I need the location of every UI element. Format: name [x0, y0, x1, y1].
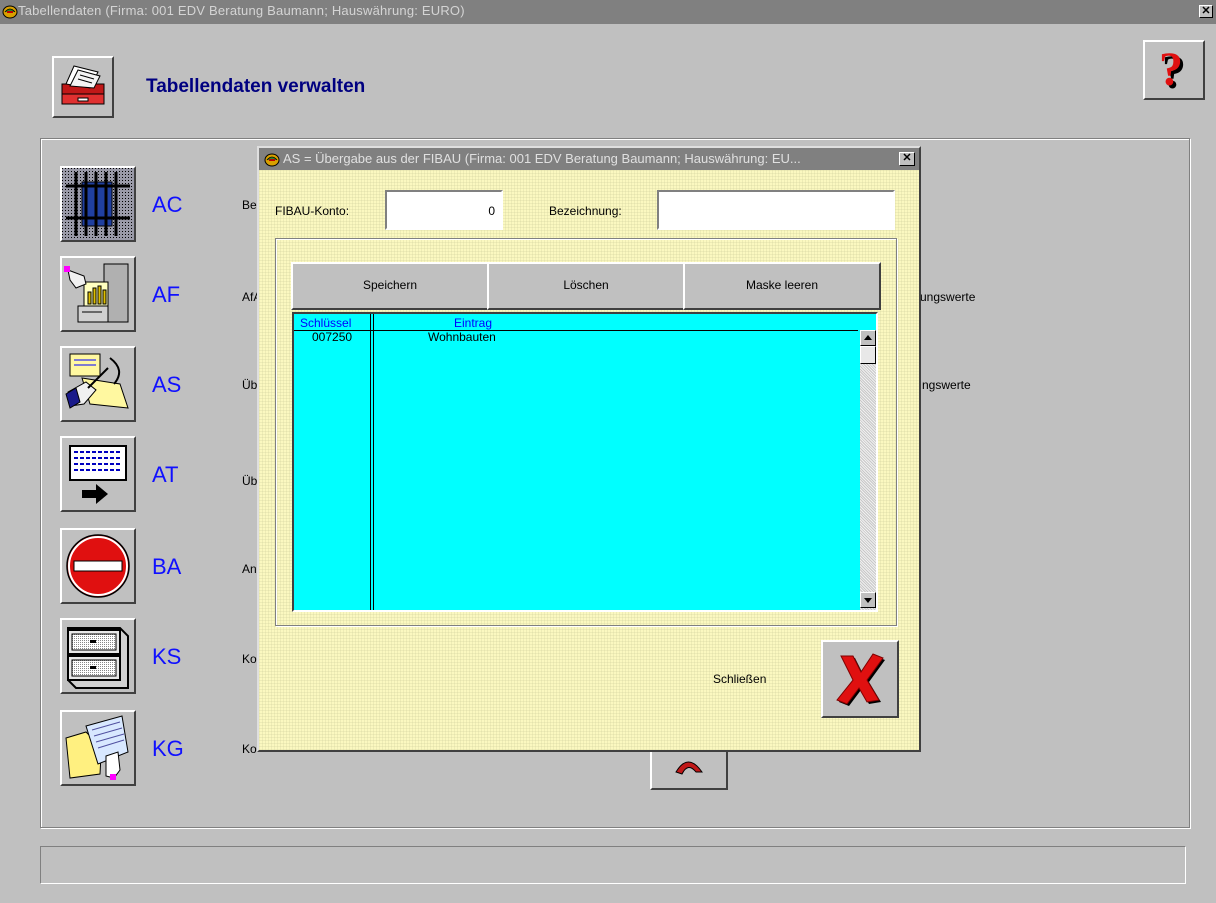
table-desc-af-tail: ungswerte [920, 290, 976, 304]
column-header-entry[interactable]: Eintrag [454, 316, 492, 330]
table-button-af[interactable] [60, 256, 136, 332]
window-title-bar: Tabellendaten (Firma: 001 EDV Beratung B… [0, 0, 1216, 24]
text-arrow-icon [69, 445, 127, 504]
fibau-label: FIBAU-Konto: [275, 204, 350, 218]
table-desc-as-tail: ngswerte [922, 378, 971, 392]
app-icon [2, 5, 18, 19]
jail-bars-icon [62, 168, 134, 240]
dialog-title: AS = Übergabe aus der FIBAU (Firma: 001 … [283, 151, 801, 166]
table-code-ba: BA [152, 554, 182, 579]
table-desc-at: Üb [242, 474, 258, 488]
scroll-thumb[interactable] [860, 346, 876, 364]
table-code-kg: KG [152, 736, 184, 761]
table-code-af: AF [152, 282, 181, 307]
close-label: Schließen [713, 672, 767, 686]
table-code-at: AT [152, 462, 179, 487]
table-code-as: AS [152, 372, 182, 397]
grid-header [294, 314, 858, 331]
bezeichnung-label: Bezeichnung: [549, 204, 622, 218]
red-x-icon [836, 653, 885, 706]
table-button-as[interactable] [60, 346, 136, 422]
card-file-icon [61, 65, 105, 105]
row-entry: Wohnbauten [428, 330, 496, 344]
table-button-ba[interactable] [60, 528, 136, 604]
dialog-close-button[interactable]: ✕ [899, 152, 915, 166]
window-title: Tabellendaten (Firma: 001 EDV Beratung B… [18, 3, 465, 18]
table-button-kg[interactable] [60, 710, 136, 786]
window-close-button[interactable]: ✕ [1199, 5, 1213, 18]
table-button-at[interactable] [60, 436, 136, 512]
fibau-dialog: AS = Übergabe aus der FIBAU (Firma: 001 … [257, 146, 921, 752]
table-desc-as: Üb [242, 378, 258, 392]
row-key: 007250 [312, 330, 353, 344]
table-desc-kg: Ko [242, 742, 257, 756]
scroll-up-button[interactable] [860, 330, 876, 346]
svg-text:?: ? [1159, 43, 1183, 96]
status-bar [40, 846, 1186, 884]
clear-form-button[interactable]: Maske leeren [683, 262, 881, 310]
grid-divider [373, 314, 374, 610]
table-button-ac[interactable] [60, 166, 136, 242]
chart-hand-icon [64, 263, 129, 323]
scroll-down-button[interactable] [860, 592, 876, 608]
table-code-ks: KS [152, 644, 182, 669]
fibau-account-input[interactable]: 0 [385, 190, 503, 230]
save-button[interactable]: Speichern [291, 262, 489, 310]
close-icon: ✕ [902, 152, 912, 164]
bezeichnung-input[interactable] [657, 190, 895, 230]
table-row[interactable]: 007250 Wohnbauten [294, 330, 856, 344]
table-desc-ba: An [242, 562, 257, 576]
card-file-button[interactable] [52, 56, 114, 118]
table-desc-ac: Be [242, 198, 257, 212]
entries-grid[interactable]: Schlüssel Eintrag 007250 Wohnbauten [292, 312, 878, 612]
table-code-ac: AC [152, 192, 183, 217]
close-dialog-button[interactable] [821, 640, 899, 718]
page-title: Tabellendaten verwalten [146, 76, 366, 97]
vertical-scrollbar[interactable] [860, 330, 876, 610]
delete-button[interactable]: Löschen [487, 262, 685, 310]
dialog-title-bar: AS = Übergabe aus der FIBAU (Firma: 001 … [259, 148, 919, 170]
arrow-down-icon [864, 598, 872, 603]
help-button[interactable]: ? ? [1143, 40, 1205, 100]
close-icon: ✕ [1201, 5, 1211, 17]
no-entry-icon [66, 534, 130, 598]
column-header-key[interactable]: Schlüssel [300, 316, 351, 330]
app-icon [264, 153, 280, 167]
arrow-up-icon [864, 335, 872, 340]
table-desc-ks: Ko [242, 652, 257, 666]
table-button-ks[interactable] [60, 618, 136, 694]
file-cabinet-icon [67, 627, 129, 689]
grid-divider [370, 314, 371, 610]
folder-hand-icon [65, 715, 129, 780]
question-mark-icon: ? ? [1159, 43, 1186, 99]
writing-hand-icon [65, 353, 129, 409]
